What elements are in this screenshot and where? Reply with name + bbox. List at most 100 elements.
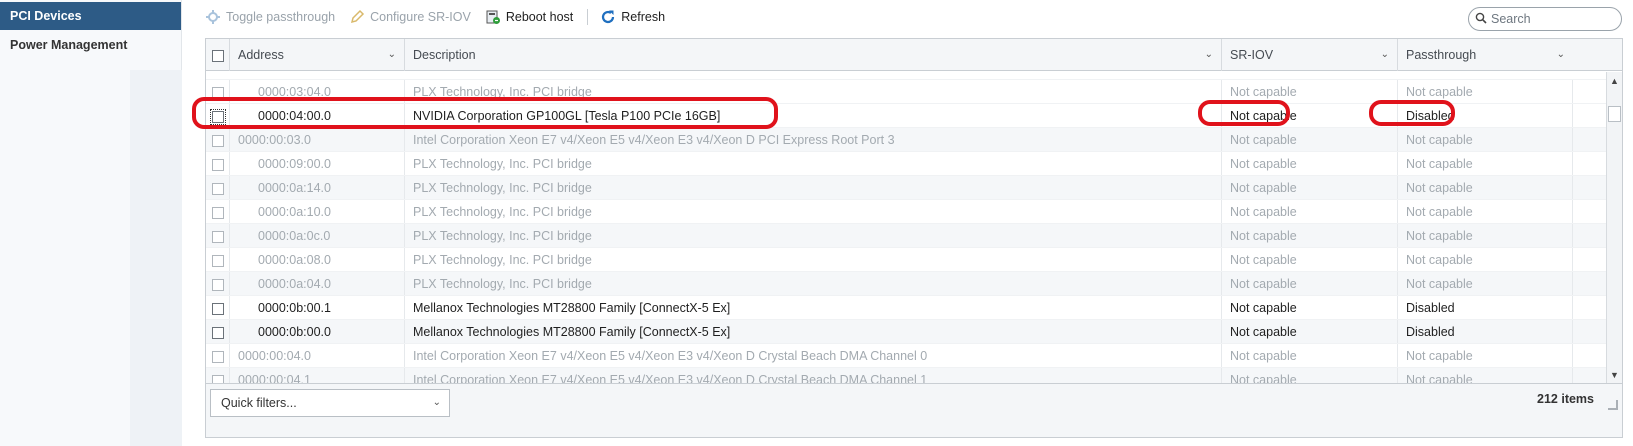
address-cell: 0000:0a:10.0: [230, 200, 405, 223]
sriov-cell: Not capable: [1222, 176, 1398, 199]
passthrough-cell: Not capable: [1398, 200, 1573, 223]
column-header-label: Description: [413, 48, 476, 62]
table-row[interactable]: 0000:0a:14.0 PLX Technology, Inc. PCI br…: [206, 176, 1608, 200]
search-box[interactable]: [1468, 7, 1622, 31]
chevron-down-icon[interactable]: ⌄: [1381, 39, 1389, 71]
chevron-down-icon[interactable]: ⌄: [1557, 39, 1565, 71]
table-row[interactable]: 0000:0a:08.0 PLX Technology, Inc. PCI br…: [206, 248, 1608, 272]
sidebar: PCI Devices Power Management: [0, 0, 182, 446]
sriov-cell: Not capable: [1222, 152, 1398, 175]
row-checkbox[interactable]: [211, 302, 224, 315]
select-all-checkbox[interactable]: [211, 49, 224, 62]
toolbar-divider: [587, 9, 589, 25]
address-cell: 0000:00:04.1: [230, 368, 405, 384]
description-cell: PLX Technology, Inc. PCI bridge: [405, 176, 1222, 199]
sriov-cell: Not capable: [1222, 320, 1398, 343]
table-row[interactable]: 0000:0b:00.0 Mellanox Technologies MT288…: [206, 320, 1608, 344]
sriov-cell: Not capable: [1222, 368, 1398, 384]
passthrough-cell: Not capable: [1398, 152, 1573, 175]
table-row[interactable]: 0000:0b:00.1 Mellanox Technologies MT288…: [206, 296, 1608, 320]
address-cell: 0000:0a:04.0: [230, 272, 405, 295]
sriov-cell: Not capable: [1222, 296, 1398, 319]
item-count: 212 items: [1537, 392, 1594, 406]
grid-header: Address ⌄ Description ⌄ SR-IOV ⌄ Passthr…: [206, 39, 1622, 71]
row-checkbox[interactable]: [211, 254, 224, 267]
chevron-down-icon: ⌄: [432, 397, 441, 408]
sidebar-item-power-management[interactable]: Power Management: [0, 30, 181, 60]
description-cell: Intel Corporation Xeon E7 v4/Xeon E5 v4/…: [405, 128, 1222, 151]
row-checkbox[interactable]: [211, 134, 224, 147]
scroll-up-icon[interactable]: ▲: [1607, 74, 1622, 88]
column-header-label: SR-IOV: [1230, 48, 1274, 62]
address-cell: 0000:09:00.0: [230, 152, 405, 175]
pencil-icon: [349, 9, 365, 25]
description-cell: Mellanox Technologies MT28800 Family [Co…: [405, 296, 1222, 319]
sidebar-item-label: Power Management: [10, 38, 128, 52]
scrollbar-thumb[interactable]: [1608, 106, 1621, 122]
sidebar-panel-strip: [130, 70, 182, 446]
sidebar-item-pci-devices[interactable]: PCI Devices: [0, 2, 181, 30]
address-cell: 0000:0b:00.1: [230, 296, 405, 319]
refresh-label: Refresh: [621, 10, 666, 24]
description-cell: PLX Technology, Inc. PCI bridge: [405, 272, 1222, 295]
reboot-host-button[interactable]: Reboot host: [485, 9, 573, 25]
column-header-description[interactable]: Description ⌄: [405, 39, 1222, 71]
passthrough-cell: Disabled: [1398, 296, 1573, 319]
column-header-sriov[interactable]: SR-IOV ⌄: [1222, 39, 1398, 71]
description-cell: PLX Technology, Inc. PCI bridge: [405, 248, 1222, 271]
sriov-cell: Not capable: [1222, 248, 1398, 271]
quick-filters-select[interactable]: Quick filters... ⌄: [210, 389, 450, 417]
sriov-cell: Not capable: [1222, 272, 1398, 295]
sidebar-item-label: PCI Devices: [10, 9, 82, 23]
sriov-cell: Not capable: [1222, 200, 1398, 223]
address-cell: 0000:00:03.0: [230, 128, 405, 151]
row-checkbox[interactable]: [211, 278, 224, 291]
search-input[interactable]: [1491, 12, 1611, 26]
passthrough-cell: Not capable: [1398, 248, 1573, 271]
resize-grip-icon[interactable]: [1608, 400, 1618, 410]
refresh-button[interactable]: Refresh: [600, 9, 665, 25]
table-row[interactable]: 0000:00:03.0 Intel Corporation Xeon E7 v…: [206, 128, 1608, 152]
chevron-down-icon[interactable]: ⌄: [1205, 39, 1213, 71]
passthrough-cell: Not capable: [1398, 272, 1573, 295]
row-checkbox[interactable]: [211, 206, 224, 219]
table-row[interactable]: 0000:09:00.0 PLX Technology, Inc. PCI br…: [206, 152, 1608, 176]
scroll-down-icon[interactable]: ▼: [1607, 368, 1622, 382]
row-checkbox[interactable]: [211, 158, 224, 171]
table-row[interactable]: 0000:0a:04.0 PLX Technology, Inc. PCI br…: [206, 272, 1608, 296]
passthrough-cell: Not capable: [1398, 176, 1573, 199]
annotation-highlight-device: [192, 97, 778, 129]
column-header-address[interactable]: Address ⌄: [230, 39, 405, 71]
toolbar: Toggle passthrough Configure SR-IOV Rebo…: [205, 4, 679, 30]
row-checkbox[interactable]: [211, 326, 224, 339]
vertical-scrollbar[interactable]: ▲ ▼: [1606, 72, 1622, 384]
table-row[interactable]: 0000:0a:10.0 PLX Technology, Inc. PCI br…: [206, 200, 1608, 224]
row-checkbox[interactable]: [211, 182, 224, 195]
description-cell: Intel Corporation Xeon E7 v4/Xeon E5 v4/…: [405, 344, 1222, 367]
select-all-header: [206, 39, 230, 71]
refresh-icon: [600, 9, 616, 25]
passthrough-cell: Not capable: [1398, 128, 1573, 151]
description-cell: Intel Corporation Xeon E7 v4/Xeon E5 v4/…: [405, 368, 1222, 384]
column-header-passthrough[interactable]: Passthrough ⌄: [1398, 39, 1573, 71]
quick-filters-label: Quick filters...: [221, 396, 297, 410]
row-checkbox[interactable]: [211, 230, 224, 243]
table-row[interactable]: 0000:00:04.1 Intel Corporation Xeon E7 v…: [206, 368, 1608, 384]
description-cell: PLX Technology, Inc. PCI bridge: [405, 152, 1222, 175]
search-icon: [1475, 12, 1487, 27]
sriov-cell: Not capable: [1222, 128, 1398, 151]
row-checkbox[interactable]: [211, 350, 224, 363]
table-row[interactable]: 0000:0a:0c.0 PLX Technology, Inc. PCI br…: [206, 224, 1608, 248]
configure-sriov-button[interactable]: Configure SR-IOV: [349, 9, 471, 25]
address-cell: 0000:0b:00.0: [230, 320, 405, 343]
address-cell: 0000:0a:0c.0: [230, 224, 405, 247]
address-cell: 0000:00:04.0: [230, 344, 405, 367]
table-row[interactable]: 0000:00:04.0 Intel Corporation Xeon E7 v…: [206, 344, 1608, 368]
annotation-highlight-sriov: [1198, 100, 1290, 126]
toggle-passthrough-label: Toggle passthrough: [226, 10, 336, 24]
chevron-down-icon[interactable]: ⌄: [388, 39, 396, 71]
toggle-passthrough-button[interactable]: Toggle passthrough: [205, 9, 335, 25]
toggle-passthrough-icon: [205, 9, 221, 25]
passthrough-cell: Not capable: [1398, 224, 1573, 247]
column-header-label: Address: [238, 48, 284, 62]
